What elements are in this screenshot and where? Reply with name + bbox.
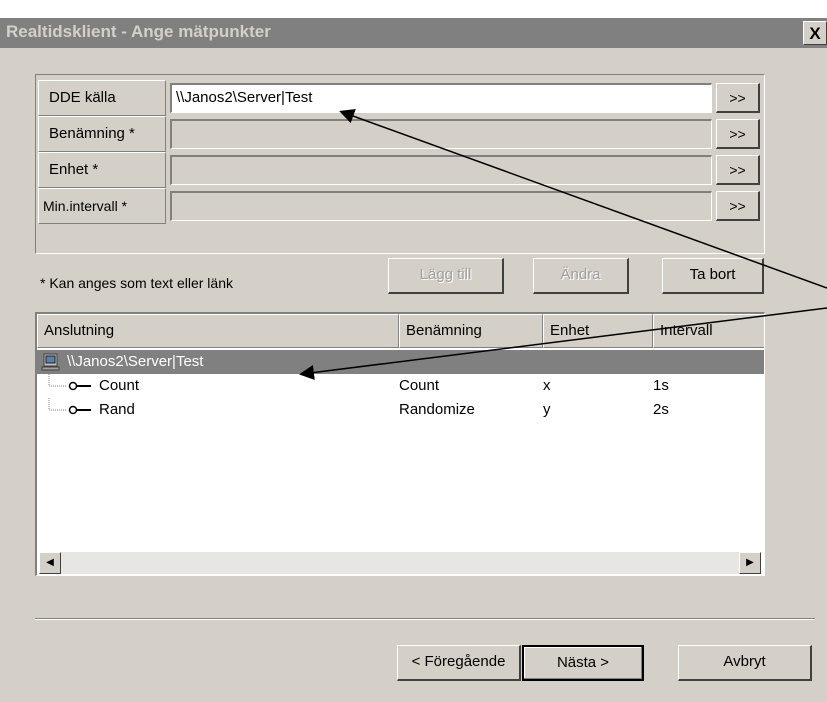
screen-edge	[0, 0, 827, 18]
remove-button[interactable]: Ta bort	[662, 258, 764, 294]
change-button[interactable]: Ändra	[533, 258, 629, 294]
back-arrow: <	[411, 653, 425, 670]
name-browse-button[interactable]: >>	[716, 119, 760, 149]
horizontal-scrollbar[interactable]: ◀ ▶	[39, 552, 761, 574]
count-connection: Count	[99, 377, 140, 394]
min-interval-browse-button[interactable]: >>	[716, 191, 760, 221]
rand-name: Randomize	[399, 401, 475, 418]
rand-connection: Rand	[99, 401, 135, 418]
rand-unit: y	[543, 401, 551, 418]
window-title: Realtidsklient - Ange mätpunkter	[6, 22, 271, 41]
tree-line	[47, 398, 67, 430]
dde-source-browse-button[interactable]: >>	[716, 83, 760, 113]
list-row-rand[interactable]: Rand Randomize y 2s	[37, 398, 764, 422]
next-label: Nästa	[556, 654, 597, 671]
scroll-left-button[interactable]: ◀	[39, 552, 61, 574]
dde-source-label: DDE källa	[38, 80, 166, 116]
count-name: Count	[399, 377, 440, 394]
list-row-server[interactable]: \\Janos2\Server|Test	[37, 350, 764, 374]
name-label: Benämning *	[38, 116, 166, 152]
close-button[interactable]: X	[803, 21, 827, 45]
unit-label: Enhet *	[38, 152, 166, 188]
min-interval-label: Min.intervall *	[38, 188, 166, 224]
unit-field[interactable]	[170, 155, 712, 185]
name-field[interactable]	[170, 119, 712, 149]
next-button[interactable]: Nästa >	[522, 645, 644, 681]
column-header-unit[interactable]: Enhet	[543, 314, 653, 348]
column-header-interval[interactable]: Intervall	[653, 314, 764, 348]
title-bar: Realtidsklient - Ange mätpunkter X	[0, 18, 827, 48]
list-row-count[interactable]: Count Count x 1s	[37, 374, 764, 398]
cancel-button[interactable]: Avbryt	[678, 645, 812, 681]
key-icon	[67, 398, 93, 430]
back-label: Föregående	[424, 653, 506, 670]
server-connection: \\Janos2\Server|Test	[67, 353, 204, 370]
footer-separator-highlight	[35, 619, 815, 620]
unit-browse-button[interactable]: >>	[716, 155, 760, 185]
connection-list[interactable]: Anslutning Benämning Enhet Intervall \\J…	[35, 312, 765, 576]
count-unit: x	[543, 377, 551, 394]
dde-source-field[interactable]: \\Janos2\Server|Test	[170, 83, 712, 113]
back-button[interactable]: < Föregående	[397, 645, 521, 681]
next-arrow: >	[596, 654, 610, 671]
scroll-track[interactable]	[61, 552, 739, 574]
column-header-connection[interactable]: Anslutning	[37, 314, 399, 348]
field-note: * Kan anges som text eller länk	[40, 275, 233, 291]
add-button[interactable]: Lägg till	[388, 258, 504, 294]
scroll-right-button[interactable]: ▶	[739, 552, 761, 574]
count-interval: 1s	[653, 377, 669, 394]
rand-interval: 2s	[653, 401, 669, 418]
min-interval-field[interactable]	[170, 191, 712, 221]
column-header-name[interactable]: Benämning	[399, 314, 543, 348]
